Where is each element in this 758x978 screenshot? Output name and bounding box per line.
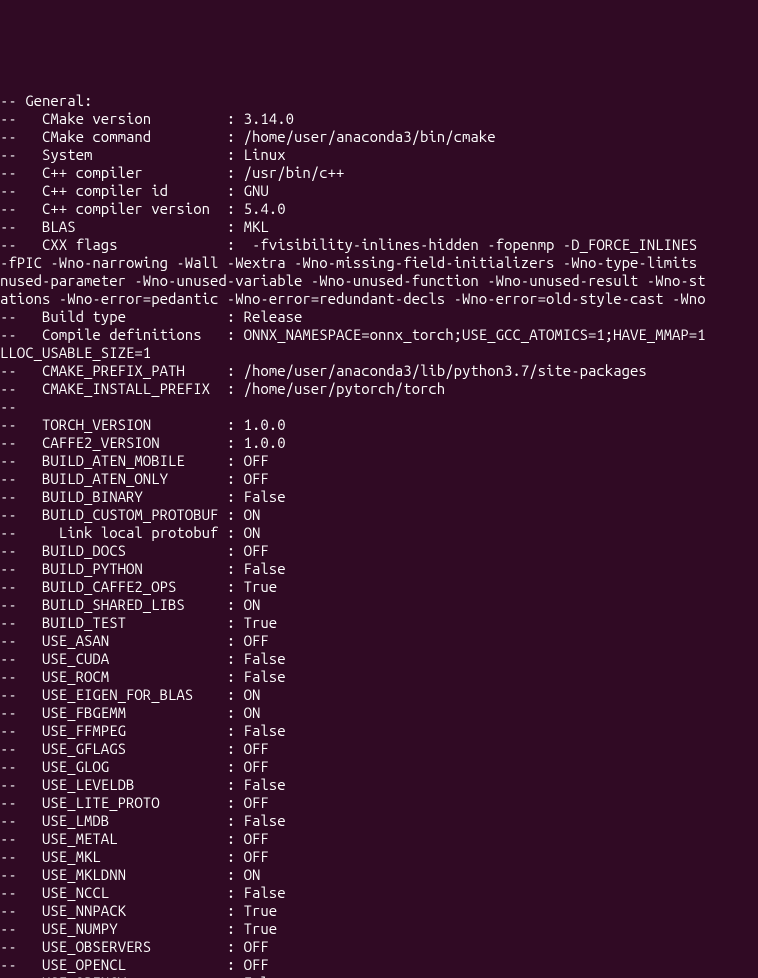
config-row: -- USE_NCCL : False — [0, 884, 758, 902]
config-row-cxx-flags-wrap: nused-parameter -Wno-unused-variable -Wn… — [0, 272, 758, 290]
config-row: -- USE_NNPACK : True — [0, 902, 758, 920]
config-row: -- BUILD_TEST : True — [0, 614, 758, 632]
config-row: -- C++ compiler version : 5.4.0 — [0, 200, 758, 218]
config-row: -- USE_OPENCV : False — [0, 974, 758, 978]
config-row: -- BUILD_DOCS : OFF — [0, 542, 758, 560]
config-row: -- USE_OBSERVERS : OFF — [0, 938, 758, 956]
config-row: -- CMAKE_INSTALL_PREFIX : /home/user/pyt… — [0, 380, 758, 398]
config-row: -- CMake version : 3.14.0 — [0, 110, 758, 128]
config-row: -- C++ compiler : /usr/bin/c++ — [0, 164, 758, 182]
config-row: -- BUILD_CUSTOM_PROTOBUF : ON — [0, 506, 758, 524]
config-row-cxx-flags-wrap: -fPIC -Wno-narrowing -Wall -Wextra -Wno-… — [0, 254, 758, 272]
config-row: -- BUILD_CAFFE2_OPS : True — [0, 578, 758, 596]
config-section-header: -- General: — [0, 92, 758, 110]
config-row: -- CMAKE_PREFIX_PATH : /home/user/anacon… — [0, 362, 758, 380]
config-row-compile-defs-wrap: LLOC_USABLE_SIZE=1 — [0, 344, 758, 362]
config-row: -- TORCH_VERSION : 1.0.0 — [0, 416, 758, 434]
config-row: -- USE_LEVELDB : False — [0, 776, 758, 794]
config-row: -- CMake command : /home/user/anaconda3/… — [0, 128, 758, 146]
config-row: -- USE_ASAN : OFF — [0, 632, 758, 650]
config-row: -- C++ compiler id : GNU — [0, 182, 758, 200]
terminal-output: -- General:-- CMake version : 3.14.0-- C… — [0, 90, 758, 978]
config-row: -- System : Linux — [0, 146, 758, 164]
config-row: -- BUILD_SHARED_LIBS : ON — [0, 596, 758, 614]
config-row: -- USE_MKL : OFF — [0, 848, 758, 866]
config-row: -- USE_EIGEN_FOR_BLAS : ON — [0, 686, 758, 704]
config-row: -- Link local protobuf : ON — [0, 524, 758, 542]
blank-config-line: -- — [0, 398, 758, 416]
config-row: -- USE_CUDA : False — [0, 650, 758, 668]
config-row: -- BUILD_ATEN_ONLY : OFF — [0, 470, 758, 488]
config-row-compile-defs: -- Compile definitions : ONNX_NAMESPACE=… — [0, 326, 758, 344]
config-row: -- USE_LMDB : False — [0, 812, 758, 830]
config-row: -- BUILD_BINARY : False — [0, 488, 758, 506]
config-row: -- USE_ROCM : False — [0, 668, 758, 686]
config-row: -- BLAS : MKL — [0, 218, 758, 236]
config-row: -- USE_FBGEMM : ON — [0, 704, 758, 722]
config-row: -- USE_MKLDNN : ON — [0, 866, 758, 884]
config-row: -- USE_OPENCL : OFF — [0, 956, 758, 974]
config-row: -- USE_NUMPY : True — [0, 920, 758, 938]
config-row: -- Build type : Release — [0, 308, 758, 326]
config-row: -- USE_LITE_PROTO : OFF — [0, 794, 758, 812]
config-row-cxx-flags: -- CXX flags : -fvisibility-inlines-hidd… — [0, 236, 758, 254]
config-row: -- USE_FFMPEG : False — [0, 722, 758, 740]
config-row: -- BUILD_PYTHON : False — [0, 560, 758, 578]
config-row-cxx-flags-wrap: ations -Wno-error=pedantic -Wno-error=re… — [0, 290, 758, 308]
config-row: -- USE_METAL : OFF — [0, 830, 758, 848]
config-row: -- USE_GFLAGS : OFF — [0, 740, 758, 758]
config-row: -- USE_GLOG : OFF — [0, 758, 758, 776]
config-row: -- CAFFE2_VERSION : 1.0.0 — [0, 434, 758, 452]
config-row: -- BUILD_ATEN_MOBILE : OFF — [0, 452, 758, 470]
